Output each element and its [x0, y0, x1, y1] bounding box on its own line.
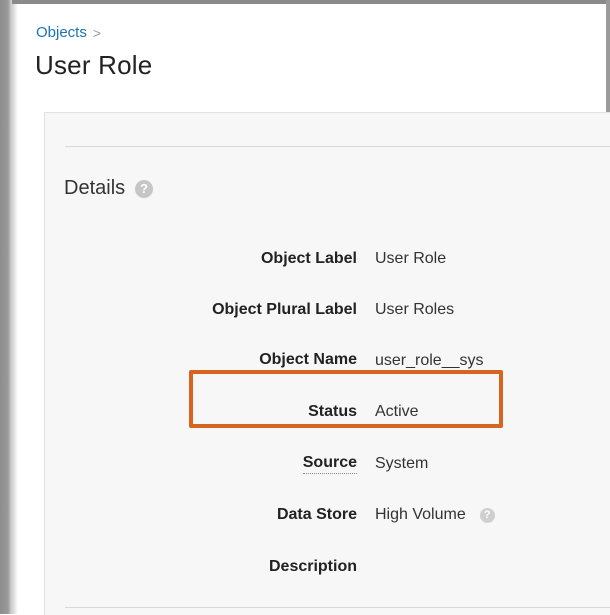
object-name-label[interactable]: Object Name [259, 351, 357, 371]
data-store-label: Data Store [276, 506, 357, 523]
window-border-shadow [12, 4, 18, 614]
data-store-value: High Volume ? [375, 506, 495, 524]
data-store-value-text: High Volume [375, 506, 466, 523]
details-section-title: Details [64, 177, 126, 199]
field-row-description: Description [45, 554, 610, 580]
source-label[interactable]: Source [302, 454, 357, 474]
object-name-value: user_role__sys [375, 352, 484, 370]
object-label-label: Object Label [260, 250, 357, 267]
field-row-object-label: Object Label User Role [45, 246, 610, 272]
field-row-object-plural-label: Object Plural Label User Roles [45, 297, 610, 323]
window-border-top [0, 0, 610, 4]
panel-divider-bottom [65, 607, 610, 608]
data-store-help-icon[interactable]: ? [479, 507, 495, 523]
page-title: User Role [35, 50, 153, 80]
question-circle-icon[interactable]: ? [135, 179, 154, 198]
data-store-highlight-box [189, 370, 503, 428]
breadcrumb-objects-link[interactable]: Objects [36, 24, 87, 41]
object-plural-label-label: Object Plural Label [212, 301, 357, 318]
breadcrumb: Objects > [36, 24, 101, 41]
field-row-source: Source System [45, 451, 610, 477]
breadcrumb-separator: > [92, 24, 102, 41]
window-border-left [0, 0, 12, 614]
source-value: System [375, 455, 428, 473]
app-frame: Objects > User Role Details ? Object Lab… [0, 0, 610, 615]
field-row-data-store: Data Store High Volume ? [45, 502, 610, 528]
object-plural-label-value: User Roles [375, 301, 454, 319]
details-section-header: Details ? [64, 177, 154, 200]
object-plural-label-value-text: User Roles [375, 301, 455, 318]
object-name-value-text: user_role__sys [375, 352, 484, 369]
details-panel: Details ? Object Label User Role Object … [44, 112, 610, 615]
object-label-value: User Role [375, 250, 446, 268]
description-label: Description [268, 558, 357, 575]
panel-divider-top [65, 146, 610, 147]
object-label-value-text: User Role [375, 250, 447, 267]
source-value-text: System [375, 455, 429, 472]
